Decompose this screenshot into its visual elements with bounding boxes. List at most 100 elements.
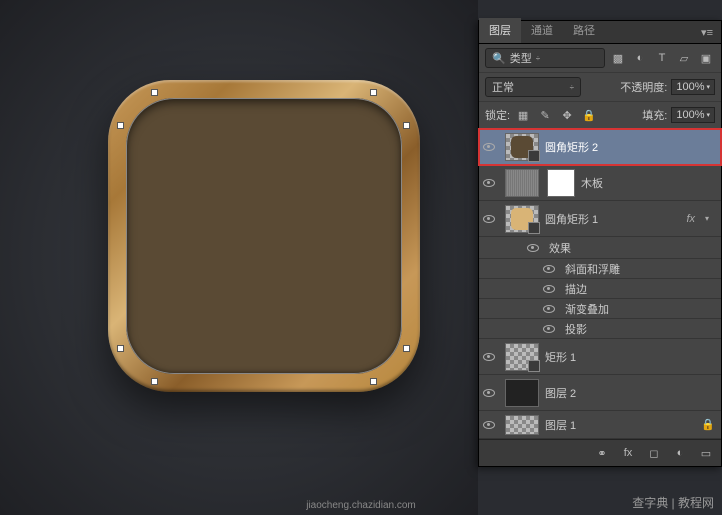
layers-panel: 图层 通道 路径 ▾≡ 🔍 类型 ÷ ▩ ◐ T ▱ ▣ 正常 ÷ 不透明度: … — [478, 20, 722, 467]
chevron-down-icon: ▾ — [706, 111, 710, 119]
visibility-toggle[interactable] — [539, 285, 559, 293]
filter-pixel-icon[interactable]: ▩ — [609, 49, 627, 67]
fill-label: 填充: — [642, 107, 667, 123]
canvas-area[interactable] — [0, 0, 478, 515]
layer-thumbnail[interactable] — [505, 379, 539, 407]
icon-inner-shape — [126, 98, 402, 374]
opacity-value: 100% — [676, 81, 704, 93]
visibility-toggle[interactable] — [479, 421, 499, 429]
opacity-label: 不透明度: — [620, 79, 667, 95]
blend-mode-value: 正常 — [492, 79, 514, 95]
anchor-handle[interactable] — [117, 122, 124, 129]
filter-smart-icon[interactable]: ▣ — [697, 49, 715, 67]
tab-paths[interactable]: 路径 — [563, 18, 605, 43]
layers-bottom-toolbar: ⚭ fx ◻ ◐ ▭ — [479, 439, 721, 466]
layer-row[interactable]: 图层 2 — [479, 375, 721, 411]
layer-thumbnail[interactable] — [505, 205, 539, 233]
layer-thumbnail[interactable] — [505, 343, 539, 371]
layer-thumbnail[interactable] — [505, 169, 539, 197]
visibility-toggle[interactable] — [479, 389, 499, 397]
add-mask-icon[interactable]: ◻ — [645, 444, 663, 462]
link-layers-icon[interactable]: ⚭ — [593, 444, 611, 462]
layer-fx-item[interactable]: 描边 — [479, 279, 721, 299]
tab-layers[interactable]: 图层 — [479, 18, 521, 43]
filter-adjust-icon[interactable]: ◐ — [631, 49, 649, 67]
fx-badge[interactable]: fx — [682, 213, 699, 225]
layer-fx-item[interactable]: 渐变叠加 — [479, 299, 721, 319]
search-icon: 🔍 — [492, 52, 506, 65]
eye-icon — [483, 215, 495, 223]
visibility-toggle[interactable] — [479, 179, 499, 187]
lock-all-icon[interactable]: 🔒 — [580, 106, 598, 124]
anchor-handle[interactable] — [370, 89, 377, 96]
dropdown-arrow-icon: ÷ — [570, 83, 574, 92]
anchor-handle[interactable] — [117, 345, 124, 352]
layer-name[interactable]: 矩形 1 — [545, 349, 715, 365]
layer-row[interactable]: 木板 — [479, 165, 721, 201]
icon-wood-frame — [108, 80, 420, 392]
anchor-handle[interactable] — [403, 122, 410, 129]
fx-header-label: 效果 — [549, 240, 715, 256]
eye-icon — [483, 353, 495, 361]
layer-row[interactable]: 矩形 1 — [479, 339, 721, 375]
add-fx-icon[interactable]: fx — [619, 444, 637, 462]
layer-row[interactable]: 图层 1 🔒 — [479, 411, 721, 439]
anchor-handle[interactable] — [151, 89, 158, 96]
eye-icon — [483, 389, 495, 397]
fx-name: 斜面和浮雕 — [565, 261, 715, 277]
lock-row: 锁定: ▦ ✎ ✥ 🔒 填充: 100% ▾ — [479, 102, 721, 129]
layer-thumbnail[interactable] — [505, 133, 539, 161]
anchor-handle[interactable] — [151, 378, 158, 385]
eye-icon — [527, 244, 539, 252]
layer-mask-thumbnail[interactable] — [547, 169, 575, 197]
visibility-toggle[interactable] — [479, 215, 499, 223]
layer-name[interactable]: 木板 — [581, 175, 715, 191]
fx-name: 渐变叠加 — [565, 301, 715, 317]
eye-icon — [543, 285, 555, 293]
visibility-toggle[interactable] — [539, 305, 559, 313]
eye-icon — [483, 143, 495, 151]
visibility-toggle[interactable] — [479, 143, 499, 151]
fill-value: 100% — [676, 109, 704, 121]
fx-name: 描边 — [565, 281, 715, 297]
new-group-icon[interactable]: ▭ — [697, 444, 715, 462]
panel-tabs: 图层 通道 路径 ▾≡ — [479, 21, 721, 44]
lock-position-icon[interactable]: ✥ — [558, 106, 576, 124]
layer-name[interactable]: 图层 1 — [545, 417, 695, 433]
visibility-toggle[interactable] — [539, 265, 559, 273]
blend-row: 正常 ÷ 不透明度: 100% ▾ — [479, 73, 721, 102]
add-adjustment-icon[interactable]: ◐ — [671, 444, 689, 462]
eye-icon — [543, 265, 555, 273]
filter-type-dropdown[interactable]: 🔍 类型 ÷ — [485, 48, 605, 68]
lock-label: 锁定: — [485, 107, 510, 123]
lock-pixels-icon[interactable]: ✎ — [536, 106, 554, 124]
filter-text-icon[interactable]: T — [653, 49, 671, 67]
layer-thumbnail[interactable] — [505, 415, 539, 435]
layer-fx-header[interactable]: 效果 — [479, 237, 721, 259]
fx-collapse-icon[interactable]: ▾ — [705, 214, 715, 223]
visibility-toggle[interactable] — [539, 325, 559, 333]
eye-icon — [543, 305, 555, 313]
source-url: jiaocheng.chazidian.com — [306, 500, 416, 511]
layer-fx-item[interactable]: 投影 — [479, 319, 721, 339]
layer-name[interactable]: 圆角矩形 1 — [545, 211, 676, 227]
layers-list: 圆角矩形 2 木板 圆角矩形 1 fx ▾ 效果 斜面和浮雕 描边 — [479, 129, 721, 439]
fill-input[interactable]: 100% ▾ — [671, 107, 715, 123]
visibility-toggle[interactable] — [479, 353, 499, 361]
opacity-input[interactable]: 100% ▾ — [671, 79, 715, 95]
layer-name[interactable]: 圆角矩形 2 — [545, 139, 715, 155]
visibility-toggle[interactable] — [523, 244, 543, 252]
eye-icon — [483, 421, 495, 429]
lock-transparent-icon[interactable]: ▦ — [514, 106, 532, 124]
blend-mode-dropdown[interactable]: 正常 ÷ — [485, 77, 581, 97]
panel-menu-icon[interactable]: ▾≡ — [693, 22, 721, 43]
tab-channels[interactable]: 通道 — [521, 18, 563, 43]
layer-row[interactable]: 圆角矩形 1 fx ▾ — [479, 201, 721, 237]
anchor-handle[interactable] — [370, 378, 377, 385]
chevron-down-icon: ▾ — [706, 83, 710, 91]
layer-fx-item[interactable]: 斜面和浮雕 — [479, 259, 721, 279]
filter-shape-icon[interactable]: ▱ — [675, 49, 693, 67]
layer-row[interactable]: 圆角矩形 2 — [479, 129, 721, 165]
anchor-handle[interactable] — [403, 345, 410, 352]
layer-name[interactable]: 图层 2 — [545, 385, 715, 401]
